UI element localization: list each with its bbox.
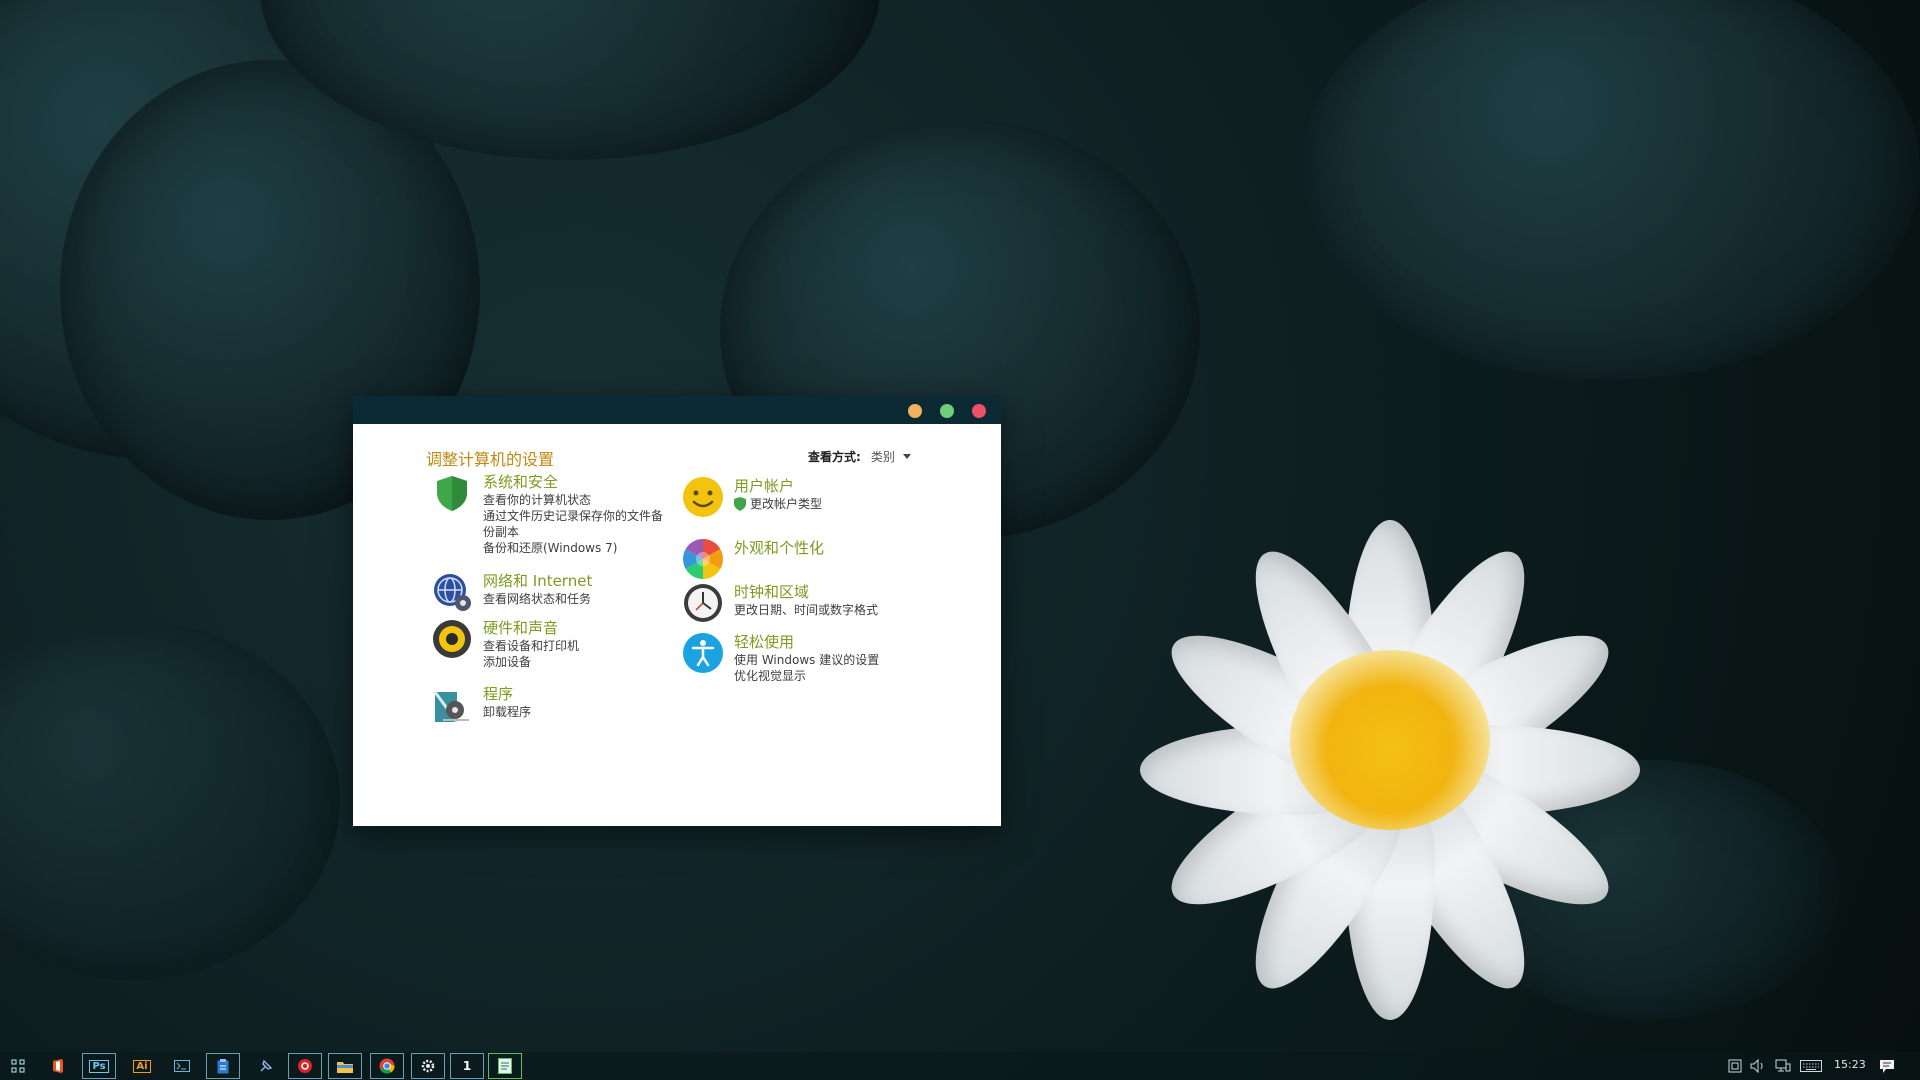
globe-network-icon: [431, 571, 473, 613]
speaker-icon: [431, 618, 473, 660]
category-ease-of-access: 轻松使用 使用 Windows 建议的设置 优化视觉显示: [682, 632, 879, 684]
category-appearance: 外观和个性化: [682, 538, 824, 580]
link-file-history[interactable]: 通过文件历史记录保存你的文件备份副本: [483, 508, 668, 540]
category-title-network-internet[interactable]: 网络和 Internet: [483, 571, 592, 591]
link-windows-recommended[interactable]: 使用 Windows 建议的设置: [734, 652, 879, 668]
chrome-icon[interactable]: [370, 1053, 404, 1079]
maximize-button[interactable]: [940, 404, 954, 418]
illustrator-icon[interactable]: Ai: [130, 1054, 154, 1078]
link-network-status[interactable]: 查看网络状态和任务: [483, 591, 592, 607]
music-icon[interactable]: [288, 1053, 322, 1079]
keyboard-icon[interactable]: [1800, 1056, 1822, 1076]
view-by: 查看方式: 类别: [808, 448, 911, 465]
lotus-flower: [1140, 520, 1640, 1020]
start-grid-icon[interactable]: [6, 1054, 30, 1078]
photoshop-label: Ps: [89, 1059, 109, 1073]
chevron-down-icon: [902, 454, 911, 459]
link-change-account-type-label: 更改帐户类型: [750, 497, 823, 511]
category-title-system-security[interactable]: 系统和安全: [483, 472, 668, 492]
file-explorer-icon[interactable]: [328, 1053, 362, 1079]
shield-icon: [734, 497, 746, 511]
category-title-ease-of-access[interactable]: 轻松使用: [734, 632, 879, 652]
view-by-label: 查看方式:: [808, 450, 861, 464]
category-user-accounts: 用户帐户 更改帐户类型: [682, 476, 822, 518]
programs-icon: [431, 684, 473, 726]
category-title-programs[interactable]: 程序: [483, 684, 531, 704]
photoshop-icon[interactable]: Ps: [82, 1053, 116, 1079]
notification-icon[interactable]: [1879, 1056, 1895, 1076]
close-button[interactable]: [972, 404, 986, 418]
category-title-clock-region[interactable]: 时钟和区域: [734, 582, 878, 602]
notes-icon[interactable]: [488, 1053, 522, 1079]
smiley-face-icon: [682, 476, 724, 518]
category-programs: 程序 卸载程序: [431, 684, 531, 726]
settings-icon[interactable]: [411, 1053, 445, 1079]
terminal-icon[interactable]: [170, 1054, 194, 1078]
category-title-appearance[interactable]: 外观和个性化: [734, 538, 824, 558]
number-one-icon[interactable]: 1: [450, 1053, 484, 1079]
page-title: 调整计算机的设置: [426, 450, 555, 469]
tray-screen-icon[interactable]: [1728, 1056, 1742, 1076]
category-network-internet: 网络和 Internet 查看网络状态和任务: [431, 571, 592, 613]
link-change-account-type[interactable]: 更改帐户类型: [734, 496, 822, 512]
minimize-button[interactable]: [908, 404, 922, 418]
accessibility-icon: [682, 632, 724, 674]
category-system-security: 系统和安全 查看你的计算机状态 通过文件历史记录保存你的文件备份副本 备份和还原…: [431, 472, 668, 556]
control-panel-window: 调整计算机的设置 查看方式: 类别 系统和安全 查看你的计算机状态 通过文件历史…: [353, 396, 1001, 826]
office-icon[interactable]: [46, 1054, 70, 1078]
illustrator-label: Ai: [133, 1059, 151, 1073]
number-one-label: 1: [462, 1059, 472, 1073]
category-hardware-sound: 硬件和声音 查看设备和打印机 添加设备: [431, 618, 579, 670]
view-by-dropdown[interactable]: 类别: [871, 448, 911, 465]
clock-icon: [682, 582, 724, 624]
category-title-user-accounts[interactable]: 用户帐户: [734, 476, 822, 496]
link-optimize-visual[interactable]: 优化视觉显示: [734, 668, 879, 684]
link-uninstall-program[interactable]: 卸载程序: [483, 704, 531, 720]
category-title-hardware-sound[interactable]: 硬件和声音: [483, 618, 579, 638]
link-change-date-time[interactable]: 更改日期、时间或数字格式: [734, 602, 878, 618]
pin-icon[interactable]: [254, 1054, 278, 1078]
clipboard-icon[interactable]: [206, 1053, 240, 1079]
link-devices-printers[interactable]: 查看设备和打印机: [483, 638, 579, 654]
category-clock-region: 时钟和区域 更改日期、时间或数字格式: [682, 582, 878, 624]
taskbar: Ps Ai 1 15:23: [0, 1052, 1920, 1080]
clock[interactable]: 15:23: [1834, 1058, 1866, 1071]
network-icon[interactable]: [1775, 1056, 1791, 1076]
link-add-device[interactable]: 添加设备: [483, 654, 579, 670]
window-titlebar[interactable]: [353, 396, 1001, 424]
color-wheel-icon: [682, 538, 724, 580]
volume-icon[interactable]: [1750, 1056, 1766, 1076]
link-view-computer-status[interactable]: 查看你的计算机状态: [483, 492, 668, 508]
view-by-value: 类别: [870, 450, 895, 464]
link-backup-restore[interactable]: 备份和还原(Windows 7): [483, 540, 668, 556]
shield-icon: [431, 472, 473, 514]
